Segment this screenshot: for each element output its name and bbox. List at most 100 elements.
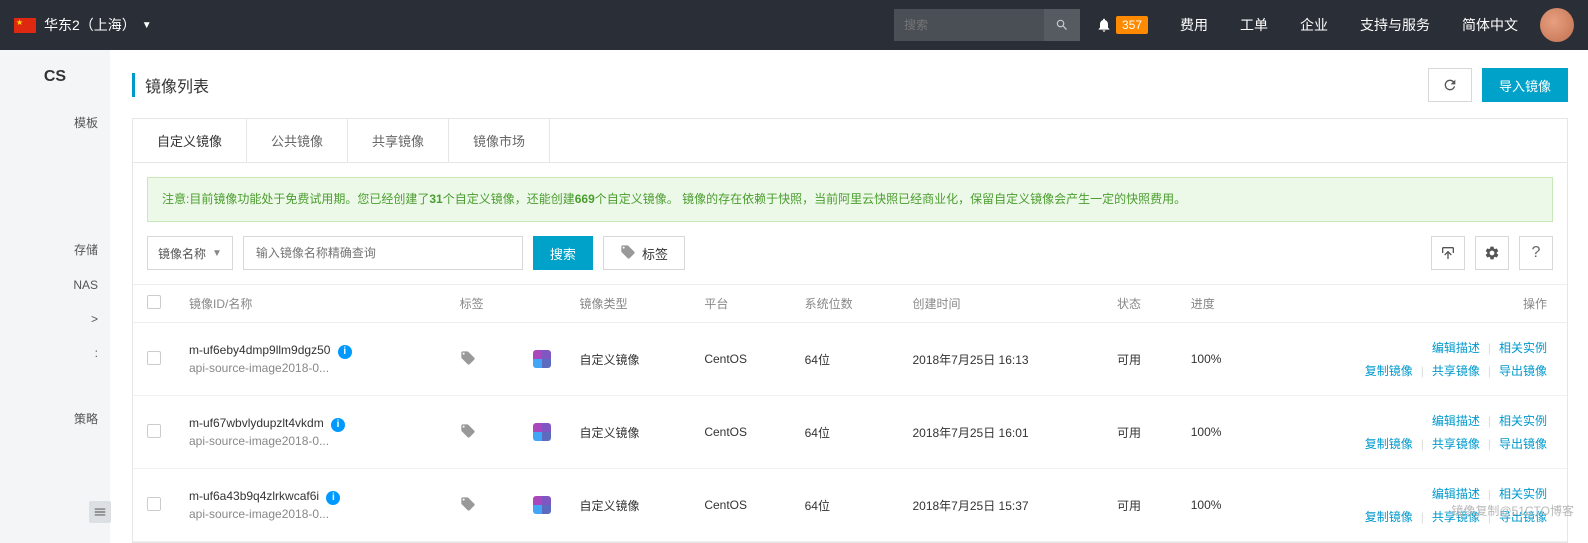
info-icon[interactable]: i — [326, 491, 340, 505]
nav-fees[interactable]: 费用 — [1164, 0, 1224, 50]
sidebar-item-nas[interactable]: NAS — [0, 268, 110, 302]
col-status: 状态 — [1103, 285, 1177, 323]
nav-language[interactable]: 简体中文 — [1446, 0, 1534, 50]
row-checkbox[interactable] — [147, 351, 161, 365]
tag-icon[interactable] — [460, 428, 476, 442]
sidebar-item-policy[interactable]: 策略 — [0, 400, 110, 437]
region-label: 华东2（上海） — [44, 15, 136, 35]
tag-button[interactable]: 标签 — [603, 236, 685, 270]
flag-icon — [14, 18, 36, 33]
region-selector[interactable]: 华东2（上海） ▼ — [44, 15, 152, 35]
global-search — [894, 9, 1080, 41]
import-image-button[interactable]: 导入镜像 — [1482, 68, 1568, 102]
col-ops: 操作 — [1260, 285, 1567, 323]
filter-label: 镜像名称 — [158, 245, 206, 262]
tag-icon[interactable] — [460, 355, 476, 369]
notice-count-created: 31 — [429, 192, 442, 206]
refresh-button[interactable] — [1428, 68, 1472, 102]
op-related[interactable]: 相关实例 — [1499, 414, 1547, 428]
cell-created: 2018年7月25日 16:13 — [898, 323, 1102, 396]
col-progress: 进度 — [1177, 285, 1260, 323]
chevron-down-icon: ▼ — [212, 248, 222, 259]
info-icon[interactable]: i — [338, 345, 352, 359]
export-button[interactable] — [1431, 236, 1465, 270]
cell-progress: 100% — [1177, 396, 1260, 469]
page-header: 镜像列表 导入镜像 — [132, 68, 1568, 102]
row-checkbox[interactable] — [147, 424, 161, 438]
image-table: 镜像ID/名称 标签 镜像类型 平台 系统位数 创建时间 状态 进度 操作 m-… — [133, 284, 1567, 542]
top-bar: 华东2（上海） ▼ 357 费用 工单 企业 支持与服务 简体中文 — [0, 0, 1588, 50]
search-button[interactable]: 搜索 — [533, 236, 593, 270]
cell-progress: 100% — [1177, 323, 1260, 396]
col-platform: 平台 — [690, 285, 790, 323]
platform-icon — [533, 496, 551, 514]
op-export[interactable]: 导出镜像 — [1499, 364, 1547, 378]
cell-progress: 100% — [1177, 469, 1260, 542]
op-copy[interactable]: 复制镜像 — [1365, 435, 1413, 452]
tabs: 自定义镜像 公共镜像 共享镜像 镜像市场 — [133, 119, 1567, 163]
image-id: m-uf6eby4dmp9llm9dgz50 i — [189, 343, 432, 359]
col-tag: 标签 — [446, 285, 520, 323]
platform-icon — [533, 423, 551, 441]
tab-public-image[interactable]: 公共镜像 — [247, 119, 348, 162]
table-header-row: 镜像ID/名称 标签 镜像类型 平台 系统位数 创建时间 状态 进度 操作 — [133, 285, 1567, 323]
cell-bits: 64位 — [791, 469, 899, 542]
sidebar-item-storage[interactable]: 存储 — [0, 231, 110, 268]
sidebar: CS 模板 存储 NAS > : 策略 — [0, 50, 110, 543]
tab-custom-image[interactable]: 自定义镜像 — [133, 119, 247, 162]
row-checkbox[interactable] — [147, 497, 161, 511]
col-id: 镜像ID/名称 — [175, 285, 446, 323]
tag-icon[interactable] — [460, 501, 476, 515]
cell-status: 可用 — [1103, 323, 1177, 396]
cell-status: 可用 — [1103, 469, 1177, 542]
table-row: m-uf6eby4dmp9llm9dgz50 i api-source-imag… — [133, 323, 1567, 396]
op-edit-desc[interactable]: 编辑描述 — [1432, 339, 1480, 356]
search-icon[interactable] — [1044, 9, 1080, 41]
sidebar-logo: CS — [0, 64, 110, 104]
sidebar-collapse-button[interactable] — [89, 501, 111, 523]
op-share[interactable]: 共享镜像 — [1432, 364, 1480, 378]
image-search-input[interactable] — [243, 236, 523, 270]
op-share[interactable]: 共享镜像 — [1432, 437, 1480, 451]
tab-shared-image[interactable]: 共享镜像 — [348, 119, 449, 162]
notifications-button[interactable]: 357 — [1080, 0, 1164, 50]
cell-type: 自定义镜像 — [565, 469, 690, 542]
tab-marketplace[interactable]: 镜像市场 — [449, 119, 550, 162]
nav-tickets[interactable]: 工单 — [1224, 0, 1284, 50]
collapse-icon — [93, 505, 107, 519]
op-copy[interactable]: 复制镜像 — [1365, 508, 1413, 525]
op-edit-desc[interactable]: 编辑描述 — [1432, 485, 1480, 502]
op-related[interactable]: 相关实例 — [1499, 487, 1547, 501]
cell-type: 自定义镜像 — [565, 396, 690, 469]
sidebar-item-template[interactable]: 模板 — [0, 104, 110, 141]
cell-platform: CentOS — [690, 396, 790, 469]
chevron-down-icon: ▼ — [142, 20, 152, 31]
filter-select[interactable]: 镜像名称 ▼ — [147, 236, 233, 270]
image-id: m-uf6a43b9q4zlrkwcaf6i i — [189, 489, 432, 505]
info-icon[interactable]: i — [331, 418, 345, 432]
cell-platform: CentOS — [690, 469, 790, 542]
col-created: 创建时间 — [898, 285, 1102, 323]
table-row: m-uf6a43b9q4zlrkwcaf6i i api-source-imag… — [133, 469, 1567, 542]
global-search-input[interactable] — [894, 18, 1044, 32]
export-icon — [1440, 245, 1456, 261]
table-row: m-uf67wbvlydupzlt4vkdm i api-source-imag… — [133, 396, 1567, 469]
tag-icon — [620, 244, 636, 263]
sidebar-item-x1[interactable]: > — [0, 302, 110, 336]
avatar[interactable] — [1540, 8, 1574, 42]
nav-enterprise[interactable]: 企业 — [1284, 0, 1344, 50]
col-type: 镜像类型 — [565, 285, 690, 323]
op-related[interactable]: 相关实例 — [1499, 341, 1547, 355]
help-button[interactable]: ? — [1519, 236, 1553, 270]
op-copy[interactable]: 复制镜像 — [1365, 362, 1413, 379]
notice-count-remaining: 669 — [575, 192, 595, 206]
settings-button[interactable] — [1475, 236, 1509, 270]
nav-support[interactable]: 支持与服务 — [1344, 0, 1446, 50]
op-export[interactable]: 导出镜像 — [1499, 437, 1547, 451]
sidebar-item-x2[interactable]: : — [0, 336, 110, 370]
cell-created: 2018年7月25日 15:37 — [898, 469, 1102, 542]
select-all-checkbox[interactable] — [147, 295, 161, 309]
cell-bits: 64位 — [791, 396, 899, 469]
cell-type: 自定义镜像 — [565, 323, 690, 396]
op-edit-desc[interactable]: 编辑描述 — [1432, 412, 1480, 429]
